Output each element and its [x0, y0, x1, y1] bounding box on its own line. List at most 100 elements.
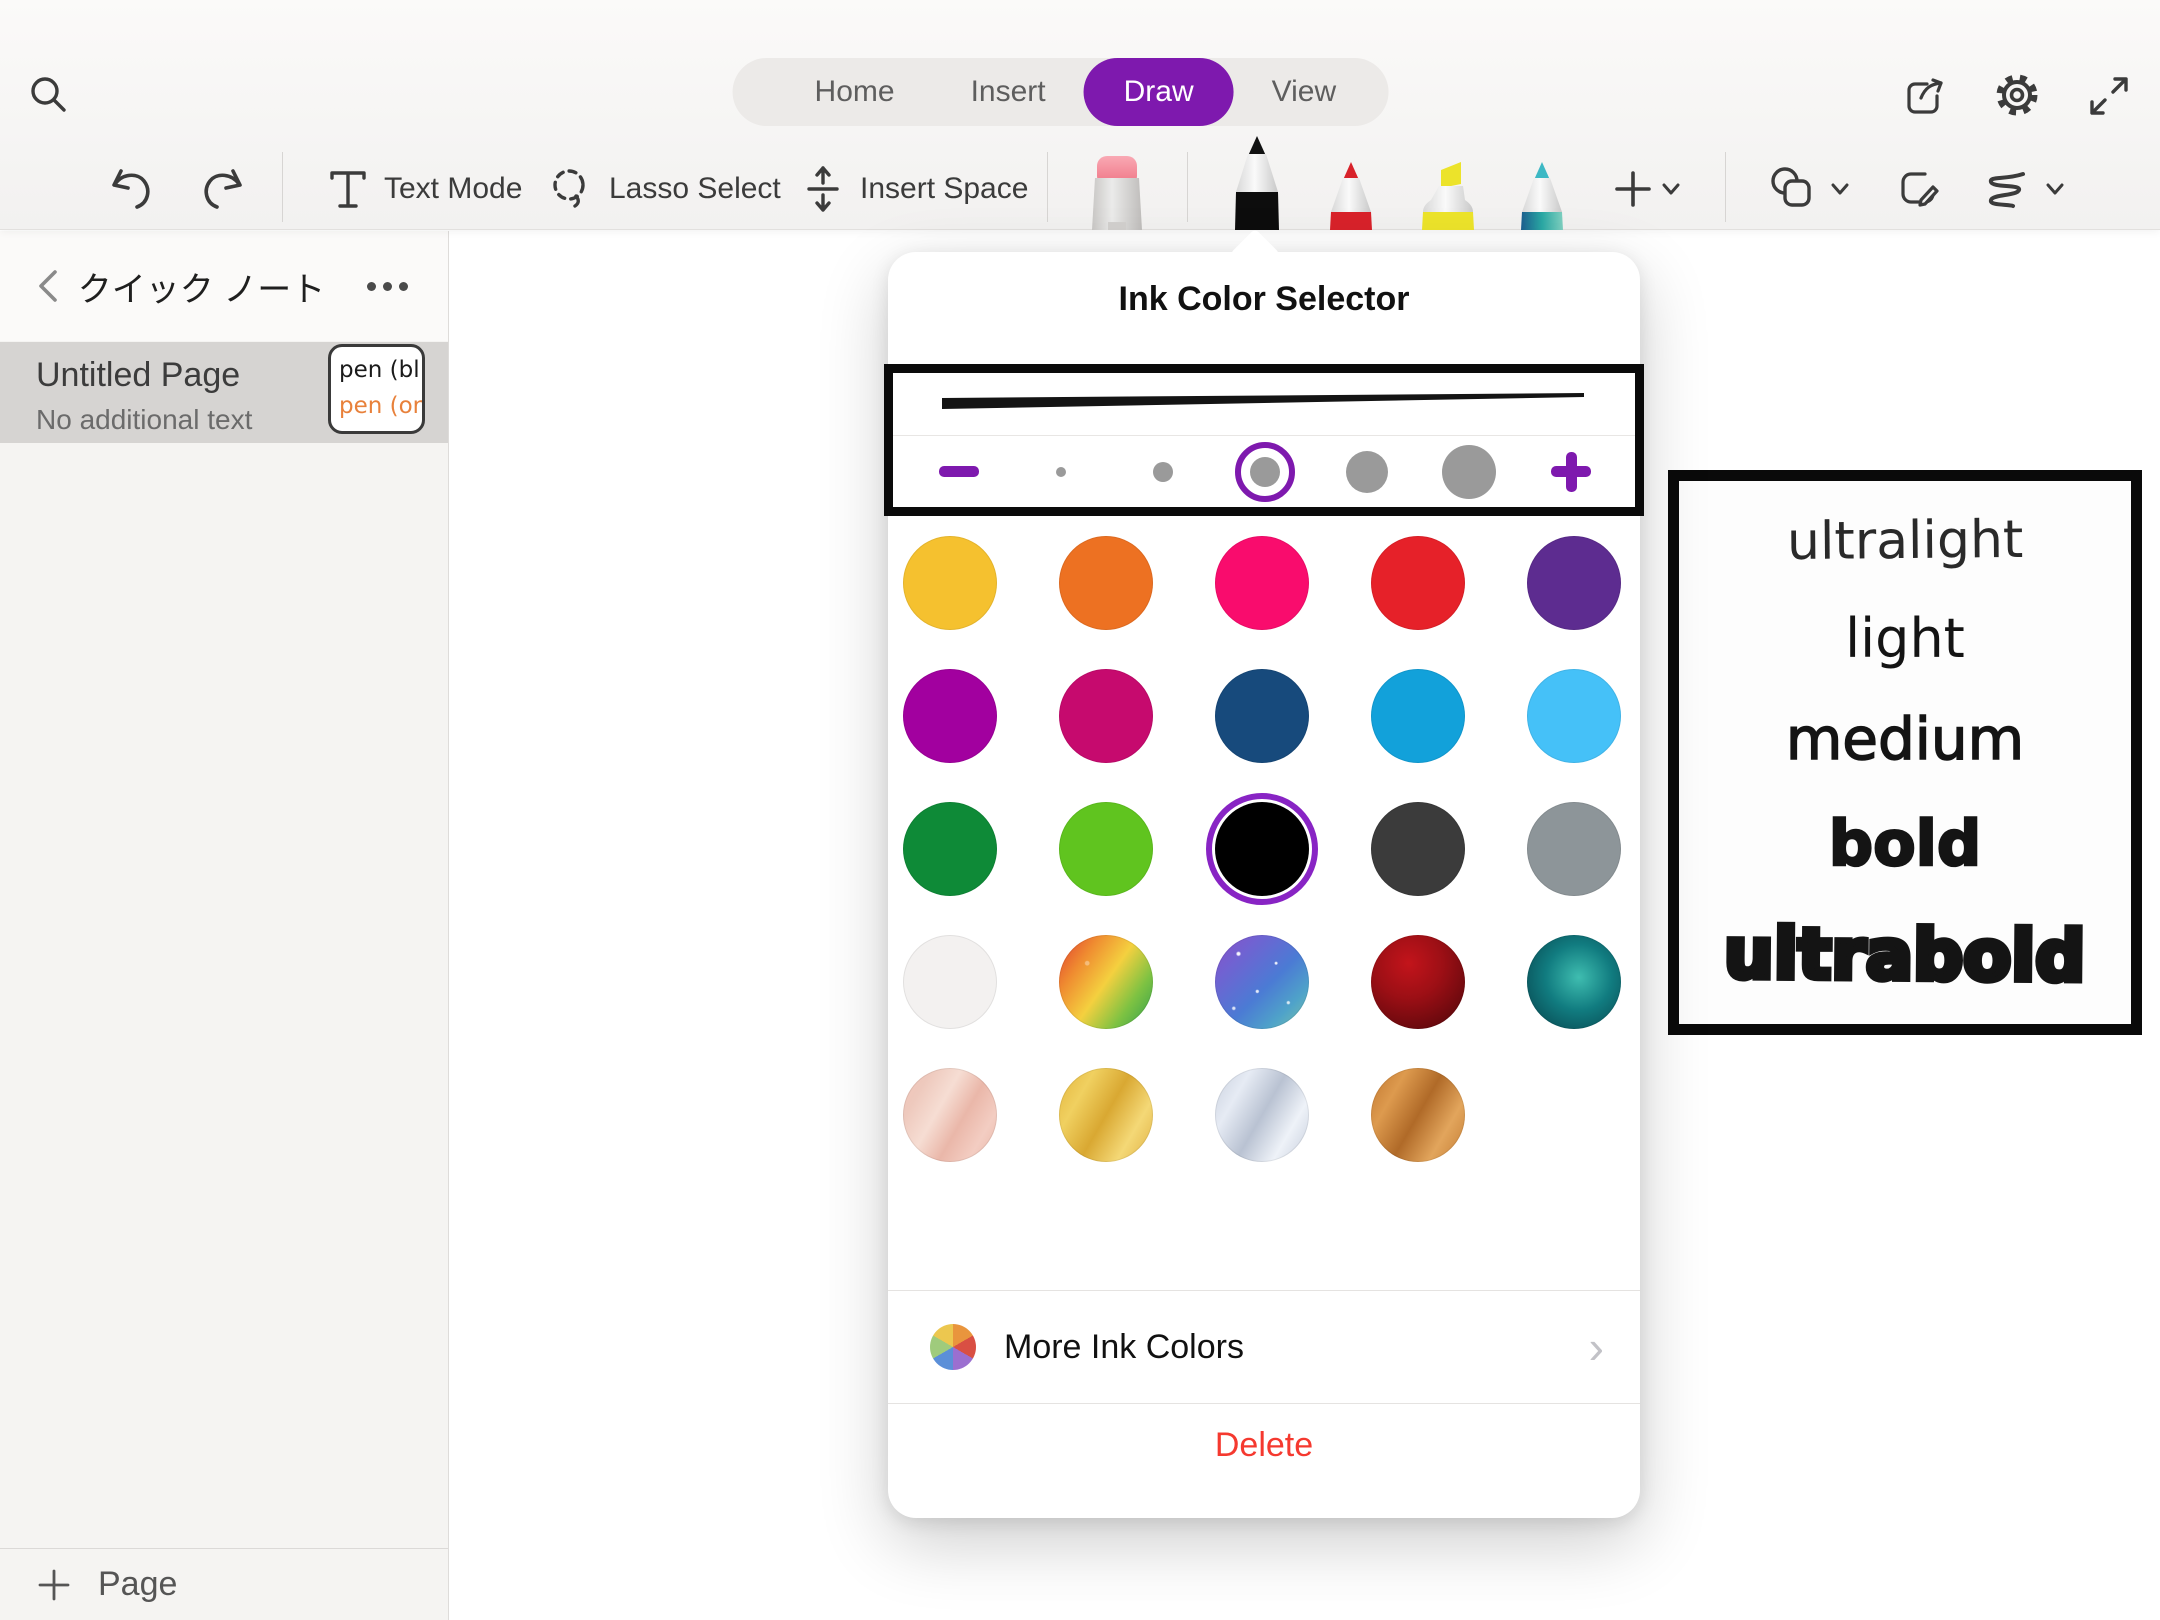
- tab-view[interactable]: View: [1234, 58, 1374, 126]
- shapes-chevron-down-icon[interactable]: [1829, 180, 1851, 198]
- color-swatch-yellow[interactable]: [903, 536, 997, 630]
- toolbar-divider: [1187, 152, 1188, 222]
- color-wheel-icon: [930, 1324, 976, 1370]
- scribble-ink-icon[interactable]: [1979, 168, 2031, 212]
- delete-pen-button[interactable]: Delete: [888, 1412, 1640, 1479]
- lasso-icon: [545, 164, 595, 214]
- stroke-size-option-4[interactable]: [1337, 436, 1397, 507]
- add-page-label: Page: [98, 1565, 177, 1604]
- page-list-item-selected[interactable]: Untitled Page No additional text pen (bl…: [0, 342, 448, 443]
- popup-title: Ink Color Selector: [888, 280, 1640, 319]
- color-swatch-magenta[interactable]: [903, 669, 997, 763]
- more-ink-colors-button[interactable]: More Ink Colors ›: [888, 1291, 1640, 1403]
- toolbar-divider: [1047, 152, 1048, 222]
- weight-sample-ultralight: ultralight: [1787, 514, 2024, 568]
- color-swatch-rose-gold[interactable]: [903, 1068, 997, 1162]
- color-swatch-galaxy[interactable]: [1215, 935, 1309, 1029]
- color-swatch-dark-blue[interactable]: [1215, 669, 1309, 763]
- popup-divider: [888, 1403, 1640, 1404]
- yellow-highlighter-tool[interactable]: [1413, 160, 1483, 230]
- stroke-size-option-2[interactable]: [1133, 436, 1193, 507]
- lasso-select-label: Lasso Select: [609, 172, 781, 206]
- stroke-size-selected-ring: [1235, 442, 1295, 502]
- ribbon-tabs: Home Insert Draw View: [733, 58, 1389, 126]
- add-page-plus-icon: [36, 1567, 72, 1603]
- search-icon[interactable]: [26, 72, 72, 118]
- tab-home[interactable]: Home: [777, 58, 933, 126]
- page-thumbnail: pen (bl pen (ora: [328, 344, 425, 434]
- more-ink-colors-label: More Ink Colors: [1004, 1328, 1589, 1367]
- text-mode-label: Text Mode: [384, 172, 522, 206]
- page-title: Untitled Page: [36, 356, 240, 395]
- add-pen-plus-icon[interactable]: [1612, 168, 1654, 210]
- color-swatch-black[interactable]: [1215, 802, 1309, 896]
- color-swatch-blue[interactable]: [1371, 669, 1465, 763]
- toolbar-divider: [1725, 152, 1726, 222]
- lasso-select-button[interactable]: Lasso Select: [545, 148, 781, 230]
- ink-color-selector-popup: Ink Color Selector More Ink Colors › Del…: [888, 252, 1640, 1518]
- redo-icon[interactable]: [198, 164, 248, 214]
- eraser-tool[interactable]: [1090, 156, 1144, 230]
- tab-draw[interactable]: Draw: [1084, 58, 1234, 126]
- color-swatch-bronze[interactable]: [1371, 1068, 1465, 1162]
- color-swatch-rainbow-glitter[interactable]: [1059, 935, 1153, 1029]
- black-pen-tool-selected[interactable]: [1227, 136, 1287, 230]
- insert-space-icon: [800, 164, 846, 214]
- color-swatch-green[interactable]: [903, 802, 997, 896]
- stroke-decrease-button[interactable]: [929, 436, 989, 507]
- top-bar: Home Insert Draw View: [0, 0, 2160, 230]
- color-swatch-orange[interactable]: [1059, 536, 1153, 630]
- weight-sample-ultrabold: ultrabold: [1724, 918, 2086, 991]
- color-swatch-ocean-teal[interactable]: [1527, 935, 1621, 1029]
- add-page-button[interactable]: Page: [0, 1548, 448, 1620]
- undo-icon[interactable]: [106, 164, 156, 214]
- page-subtitle: No additional text: [36, 404, 252, 436]
- expand-fullscreen-icon[interactable]: [2085, 72, 2133, 120]
- weight-sample-medium: medium: [1786, 710, 2024, 768]
- text-mode-button[interactable]: Text Mode: [326, 148, 522, 230]
- stroke-size-option-1[interactable]: [1031, 436, 1091, 507]
- stroke-weight-samples-box: ultralight light medium bold ultrabold: [1668, 470, 2142, 1035]
- onenote-app: Home Insert Draw View: [0, 0, 2160, 1620]
- color-swatch-light-green[interactable]: [1059, 802, 1153, 896]
- stroke-size-option-5[interactable]: [1439, 436, 1499, 507]
- thumbnail-line-1: pen (bl: [339, 353, 422, 389]
- insert-space-label: Insert Space: [860, 172, 1028, 206]
- notebook-more-menu-icon[interactable]: [367, 282, 408, 291]
- stroke-preview: [893, 373, 1635, 435]
- notebook-title: クイック ノート: [36, 262, 367, 311]
- toolbar-divider: [282, 152, 283, 222]
- insert-space-button[interactable]: Insert Space: [800, 148, 1028, 230]
- pages-sidebar: クイック ノート Untitled Page No additional tex…: [0, 231, 449, 1620]
- color-swatch-silver[interactable]: [1215, 1068, 1309, 1162]
- stroke-size-option-3[interactable]: [1235, 436, 1295, 507]
- settings-gear-icon[interactable]: [1992, 70, 2042, 120]
- red-pen-tool[interactable]: [1321, 160, 1381, 230]
- teal-pencil-tool[interactable]: [1512, 160, 1572, 230]
- back-chevron-icon[interactable]: [30, 264, 66, 308]
- weight-sample-light: light: [1845, 612, 1965, 666]
- color-swatch-pink[interactable]: [1215, 536, 1309, 630]
- shapes-icon[interactable]: [1766, 164, 1816, 214]
- share-icon[interactable]: [1901, 72, 1949, 120]
- color-swatch-purple[interactable]: [1527, 536, 1621, 630]
- weight-sample-bold: bold: [1829, 813, 1982, 875]
- color-swatch-white[interactable]: [903, 935, 997, 1029]
- chevron-right-icon: ›: [1589, 1324, 1604, 1370]
- stroke-width-panel: [884, 364, 1644, 516]
- sidebar-header: クイック ノート: [0, 231, 448, 341]
- draw-toolbar: Text Mode Lasso Select Insert Space: [0, 148, 2160, 230]
- color-swatch-dark-gray[interactable]: [1371, 802, 1465, 896]
- tab-insert[interactable]: Insert: [933, 58, 1084, 126]
- color-swatch-gold[interactable]: [1059, 1068, 1153, 1162]
- color-swatch-red[interactable]: [1371, 536, 1465, 630]
- color-swatch-light-blue[interactable]: [1527, 669, 1621, 763]
- color-swatch-dark-red-marble[interactable]: [1371, 935, 1465, 1029]
- ink-annotate-icon[interactable]: [1897, 166, 1945, 214]
- color-grid: [903, 536, 1621, 1162]
- stroke-increase-button[interactable]: [1541, 436, 1601, 507]
- add-pen-chevron-down-icon[interactable]: [1660, 180, 1682, 198]
- color-swatch-gray[interactable]: [1527, 802, 1621, 896]
- color-swatch-dark-pink[interactable]: [1059, 669, 1153, 763]
- scribble-chevron-down-icon[interactable]: [2044, 180, 2066, 198]
